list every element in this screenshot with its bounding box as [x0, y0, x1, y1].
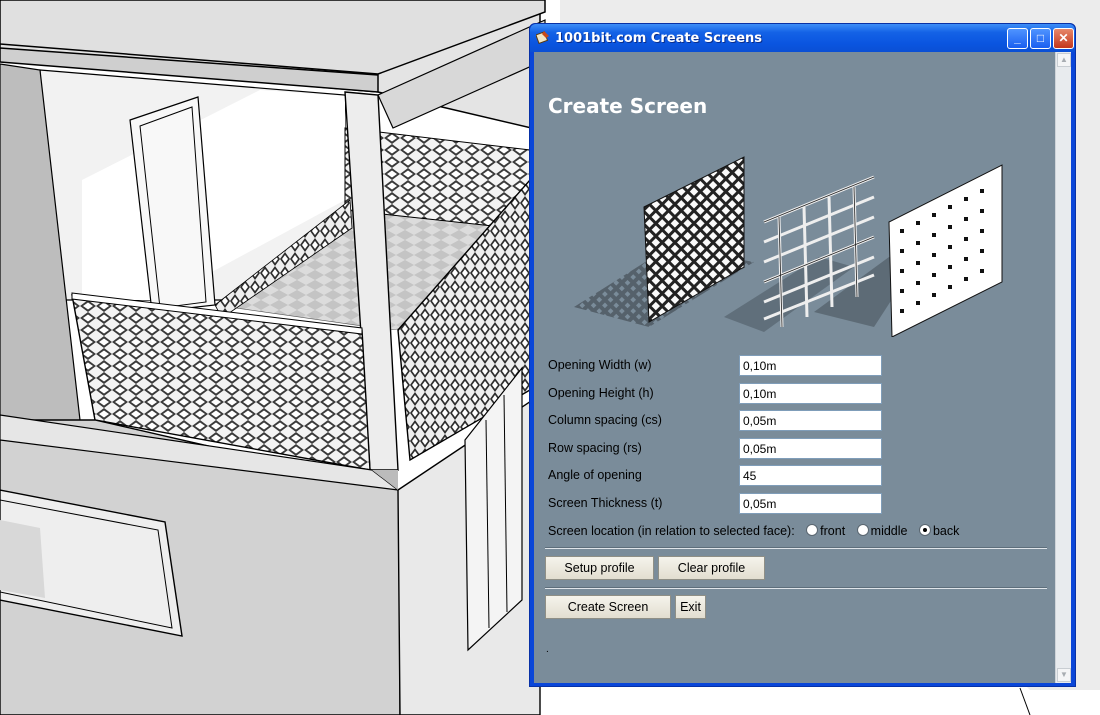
setup-profile-button[interactable]: Setup profile: [545, 556, 654, 580]
screen-location-group: Screen location (in relation to selected…: [548, 524, 959, 538]
exit-button[interactable]: Exit: [675, 595, 706, 619]
row-spacing-input[interactable]: [739, 438, 882, 459]
app-icon: [536, 31, 549, 44]
column-spacing-input[interactable]: [739, 410, 882, 431]
angle-of-opening-input[interactable]: [739, 465, 882, 486]
minimize-button[interactable]: _: [1007, 28, 1028, 49]
opening-height-input[interactable]: [739, 383, 882, 404]
page-title: Create Screen: [548, 94, 708, 118]
divider: [545, 587, 1047, 589]
close-button[interactable]: ✕: [1053, 28, 1074, 49]
radio-front-label[interactable]: front: [820, 524, 845, 538]
clear-profile-button[interactable]: Clear profile: [658, 556, 765, 580]
opening-width-input[interactable]: [739, 355, 882, 376]
divider: [545, 547, 1047, 549]
scroll-down-icon[interactable]: ▼: [1057, 668, 1071, 682]
opening-height-label: Opening Height (h): [548, 386, 654, 400]
vertical-scrollbar[interactable]: ▲ ▼: [1055, 52, 1071, 683]
minimize-icon: _: [1014, 31, 1021, 45]
radio-front[interactable]: [806, 524, 819, 536]
row-spacing-label: Row spacing (rs): [548, 441, 642, 455]
radio-middle-label[interactable]: middle: [871, 524, 908, 538]
radio-back[interactable]: [918, 524, 931, 536]
angle-of-opening-label: Angle of opening: [548, 468, 642, 482]
radio-middle[interactable]: [856, 524, 869, 536]
create-screen-button[interactable]: Create Screen: [545, 595, 671, 619]
title-bar[interactable]: 1001bit.com Create Screens _ □ ✕: [530, 24, 1075, 52]
radio-back-label[interactable]: back: [933, 524, 959, 538]
status-text: .: [546, 644, 549, 655]
opening-width-label: Opening Width (w): [548, 358, 652, 372]
screen-thickness-input[interactable]: [739, 493, 882, 514]
scroll-up-icon[interactable]: ▲: [1057, 53, 1071, 67]
maximize-button[interactable]: □: [1030, 28, 1051, 49]
column-spacing-label: Column spacing (cs): [548, 413, 662, 427]
maximize-icon: □: [1036, 31, 1045, 45]
create-screens-dialog: 1001bit.com Create Screens _ □ ✕ Create …: [529, 23, 1076, 687]
screen-location-label: Screen location (in relation to selected…: [548, 524, 795, 538]
dialog-content: Create Screen Opening Width (w) 0,10m Op…: [534, 52, 1071, 683]
screen-types-illustration: [574, 156, 1003, 337]
screen-thickness-label: Screen Thickness (t): [548, 496, 663, 510]
window-title: 1001bit.com Create Screens: [555, 31, 763, 46]
close-icon: ✕: [1058, 31, 1069, 45]
